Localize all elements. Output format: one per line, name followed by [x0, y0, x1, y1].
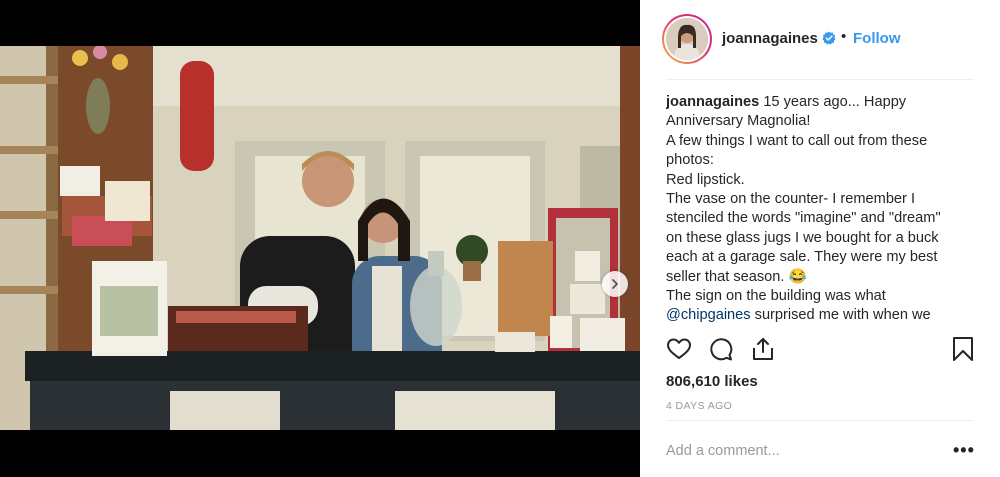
caption-line: photos: — [666, 152, 714, 169]
post-media-area — [0, 0, 640, 477]
heart-icon[interactable] — [666, 336, 692, 362]
avatar[interactable] — [662, 14, 712, 64]
caption-line: A few things I want to call out from the… — [666, 132, 928, 149]
follow-button[interactable]: Follow — [853, 30, 901, 47]
caption-line: each at a garage sale. They were my best — [666, 249, 938, 266]
comment-divider — [666, 420, 974, 421]
caption-line: The sign on the building was what — [666, 288, 886, 305]
post-timestamp[interactable]: 4 DAYS AGO — [666, 400, 732, 412]
caption-text: 15 years ago... Happy — [759, 94, 907, 110]
avatar-image — [666, 18, 708, 60]
action-bar — [666, 336, 976, 364]
caption-line: @chipgaines surprised me with when we — [666, 306, 976, 323]
caption-line: joannagaines 15 years ago... Happy — [666, 93, 976, 112]
share-icon[interactable] — [750, 336, 776, 362]
carousel-next-button[interactable] — [602, 271, 628, 297]
caption-text: surprised me with when we — [750, 307, 931, 323]
caption: joannagaines 15 years ago... Happy Anniv… — [666, 93, 976, 323]
likes-count[interactable]: 806,610 likes — [666, 373, 758, 390]
header-separator: • — [841, 28, 847, 45]
comment-input[interactable] — [666, 440, 926, 462]
post-photo[interactable] — [0, 46, 640, 430]
avatar-ring — [664, 16, 710, 62]
bookmark-icon[interactable] — [950, 336, 976, 362]
post-photo-illustration — [0, 46, 640, 430]
caption-line: Red lipstick. — [666, 171, 745, 188]
caption-line: seller that season. 😂 — [666, 268, 807, 285]
caption-line: The vase on the counter- I remember I — [666, 191, 916, 208]
caption-line: stenciled the words "imagine" and "dream… — [666, 210, 941, 227]
comment-icon[interactable] — [708, 336, 734, 362]
caption-username-link[interactable]: joannagaines — [666, 94, 759, 110]
mention-link[interactable]: @chipgaines — [666, 307, 751, 323]
caption-line: on these glass jugs I we bought for a bu… — [666, 229, 939, 246]
more-options-icon[interactable]: ••• — [953, 441, 975, 459]
caption-line: Anniversary Magnolia! — [666, 113, 811, 130]
post-header: joannagaines • Follow — [640, 0, 1000, 78]
avatar-portrait — [666, 18, 708, 60]
post-panel: joannagaines • Follow joannagaines 15 ye… — [640, 0, 1000, 477]
header-username-link[interactable]: joannagaines — [722, 30, 818, 47]
verified-badge-icon — [822, 31, 836, 45]
chevron-right-icon — [612, 279, 618, 289]
header-divider — [666, 79, 974, 80]
